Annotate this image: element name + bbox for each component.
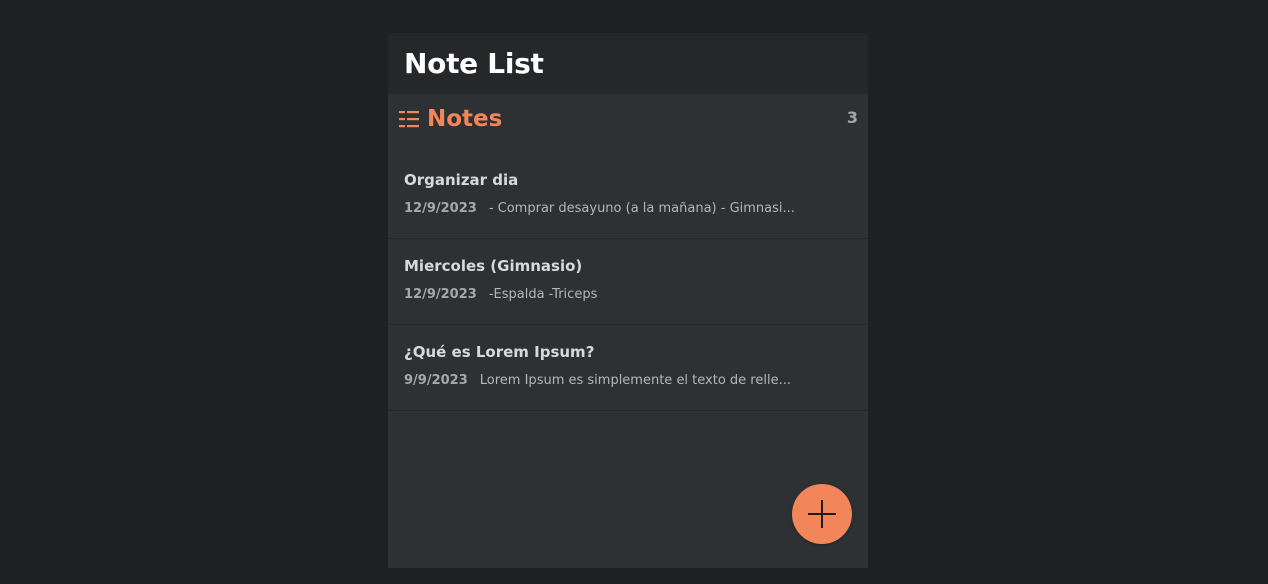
- notes-count-badge: 3: [846, 108, 858, 127]
- list-icon: [399, 111, 419, 128]
- note-title: Organizar dia: [404, 171, 519, 189]
- page-title: Note List: [404, 47, 544, 80]
- notes-section-header: Notes 3: [388, 94, 868, 144]
- note-item[interactable]: ¿Qué es Lorem Ipsum? 9/9/2023 Lorem Ipsu…: [388, 325, 868, 411]
- note-meta: 12/9/2023 -Espalda -Triceps: [404, 287, 852, 302]
- note-preview: -Espalda -Triceps: [488, 287, 598, 302]
- note-title: ¿Qué es Lorem Ipsum?: [404, 343, 595, 361]
- note-preview: Lorem Ipsum es simplemente el texto de r…: [479, 373, 791, 388]
- note-item[interactable]: Miercoles (Gimnasio) 12/9/2023 -Espalda …: [388, 239, 868, 325]
- note-preview: - Comprar desayuno (a la mañana) - Gimna…: [488, 201, 795, 216]
- note-date: 9/9/2023: [404, 373, 468, 388]
- add-note-button[interactable]: [792, 484, 852, 544]
- plus-icon: [808, 500, 836, 528]
- note-list-app: Note List Notes 3 Organizar dia 12/9/202…: [388, 33, 868, 568]
- note-item[interactable]: Organizar dia 12/9/2023 - Comprar desayu…: [388, 153, 868, 239]
- note-date: 12/9/2023: [404, 287, 477, 302]
- app-header: Note List: [388, 33, 868, 94]
- note-meta: 9/9/2023 Lorem Ipsum es simplemente el t…: [404, 373, 852, 388]
- notes-section-label: Notes: [427, 106, 503, 132]
- note-title: Miercoles (Gimnasio): [404, 257, 583, 275]
- note-meta: 12/9/2023 - Comprar desayuno (a la mañan…: [404, 201, 852, 216]
- note-date: 12/9/2023: [404, 201, 477, 216]
- notes-list: Organizar dia 12/9/2023 - Comprar desayu…: [388, 153, 868, 411]
